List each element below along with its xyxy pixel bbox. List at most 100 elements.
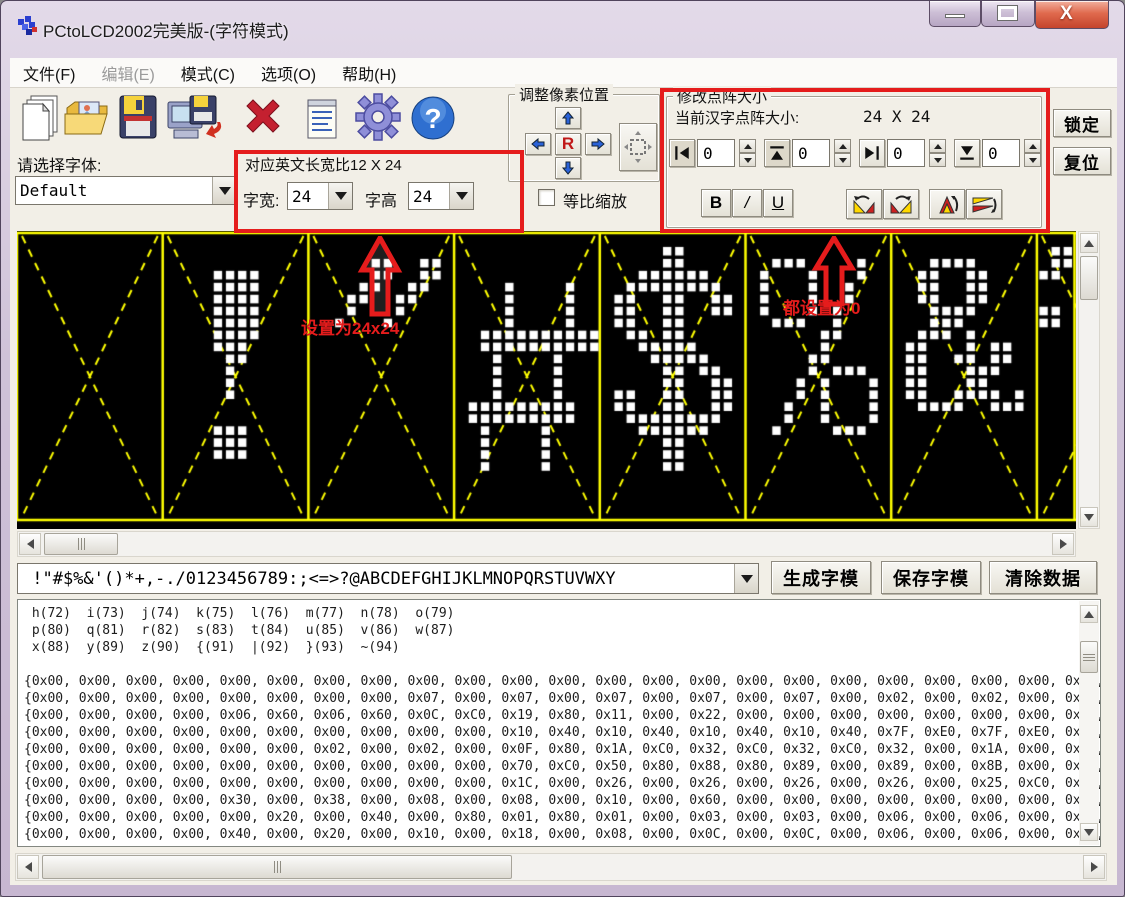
move-left-button[interactable] xyxy=(525,133,551,155)
scroll-right-button[interactable] xyxy=(1083,855,1105,879)
flip-horizontal-button[interactable] xyxy=(966,189,1002,219)
lock-button[interactable]: 锁定 xyxy=(1053,109,1111,137)
close-button[interactable]: X xyxy=(1035,1,1109,29)
font-select-combo[interactable] xyxy=(15,176,237,205)
preview-horizontal-scrollbar[interactable] xyxy=(17,531,1076,557)
chevron-down-icon xyxy=(741,575,753,583)
preview-canvas[interactable] xyxy=(17,231,1076,529)
trim-right-value[interactable] xyxy=(888,140,924,166)
scrollbar-thumb[interactable] xyxy=(1080,256,1098,300)
trim-top-spinner[interactable] xyxy=(834,139,851,167)
char-width-value[interactable] xyxy=(288,183,328,209)
reset-position-button[interactable]: R xyxy=(555,133,581,155)
clear-data-button[interactable]: 清除数据 xyxy=(989,561,1097,594)
output-text: h(72) i(73) j(74) k(75) l(76) m(77) n(78… xyxy=(18,600,1100,843)
export-to-disk-button[interactable] xyxy=(164,92,226,144)
proportional-scale-checkbox[interactable] xyxy=(538,189,555,206)
trim-right-button[interactable] xyxy=(859,139,885,167)
preview-vertical-scrollbar[interactable] xyxy=(1078,231,1100,529)
matrix-size-title: 修改点阵大小 xyxy=(673,86,771,107)
spinner-down-button[interactable] xyxy=(1024,153,1041,167)
char-width-dropdown-button[interactable] xyxy=(328,183,352,209)
spinner-up-button[interactable] xyxy=(739,139,756,153)
scrollbar-thumb[interactable] xyxy=(42,855,512,879)
ratio-text: 对应英文长宽比12 X 24 xyxy=(245,154,402,175)
new-document-button[interactable] xyxy=(17,92,65,144)
center-glyph-button[interactable] xyxy=(619,123,657,171)
delete-button[interactable] xyxy=(239,94,287,146)
scroll-right-button[interactable] xyxy=(1052,533,1074,555)
move-up-button[interactable] xyxy=(555,107,581,129)
scroll-up-button[interactable] xyxy=(1080,605,1098,623)
settings-button[interactable] xyxy=(354,92,402,144)
spinner-down-button[interactable] xyxy=(739,153,756,167)
bottom-horizontal-scrollbar[interactable] xyxy=(15,853,1107,881)
reset-button[interactable]: 复位 xyxy=(1053,147,1111,175)
trim-right-field[interactable] xyxy=(887,139,925,167)
open-file-button[interactable] xyxy=(63,92,111,144)
spinner-up-button[interactable] xyxy=(1024,139,1041,153)
minimize-button[interactable] xyxy=(929,1,981,27)
annotation-text-size: 设置为24x24 xyxy=(301,314,399,339)
char-width-combo[interactable] xyxy=(287,182,353,210)
report-button[interactable] xyxy=(298,92,346,144)
char-list-value[interactable] xyxy=(18,564,734,593)
italic-button[interactable]: / xyxy=(732,189,762,217)
spinner-down-button[interactable] xyxy=(929,153,946,167)
scroll-up-button[interactable] xyxy=(1080,233,1098,253)
title-bar[interactable]: PCtoLCD2002完美版-(字符模式) X xyxy=(1,1,1124,58)
rotate-right-button[interactable] xyxy=(883,189,919,219)
scrollbar-thumb[interactable] xyxy=(44,533,118,555)
char-list-combo[interactable] xyxy=(17,563,759,594)
trim-top-button[interactable] xyxy=(764,139,790,167)
grip-icon xyxy=(78,538,85,550)
trim-bottom-button[interactable] xyxy=(954,139,980,167)
underline-button[interactable]: U xyxy=(763,189,793,217)
triangle-up-icon xyxy=(1084,240,1094,247)
menu-options[interactable]: 选项(O) xyxy=(248,61,329,85)
bold-button[interactable]: B xyxy=(701,189,731,217)
generate-font-button[interactable]: 生成字模 xyxy=(771,561,871,594)
char-list-dropdown-button[interactable] xyxy=(734,564,758,593)
scrollbar-thumb[interactable] xyxy=(1080,641,1098,673)
trim-right-spinner[interactable] xyxy=(929,139,946,167)
spinner-up-button[interactable] xyxy=(929,139,946,153)
trim-top-value[interactable] xyxy=(793,140,829,166)
scroll-down-button[interactable] xyxy=(1080,507,1098,527)
spinner-down-button[interactable] xyxy=(834,153,851,167)
output-vertical-scrollbar[interactable] xyxy=(1079,601,1099,845)
rotate-left-button[interactable] xyxy=(846,189,882,219)
scroll-down-button[interactable] xyxy=(1080,823,1098,841)
trim-left-button[interactable] xyxy=(669,139,695,167)
font-select-value[interactable] xyxy=(16,177,212,204)
triangle-down-icon xyxy=(744,158,752,163)
char-height-combo[interactable] xyxy=(408,182,474,210)
help-question-icon: ? xyxy=(409,92,457,144)
char-height-value[interactable] xyxy=(409,183,449,209)
trim-bottom-field[interactable] xyxy=(982,139,1020,167)
spinner-up-button[interactable] xyxy=(834,139,851,153)
trim-bottom-spinner[interactable] xyxy=(1024,139,1041,167)
arrow-left-icon xyxy=(531,137,545,151)
scroll-left-button[interactable] xyxy=(17,855,39,879)
menu-help[interactable]: 帮助(H) xyxy=(329,61,409,85)
trim-top-field[interactable] xyxy=(792,139,830,167)
move-right-button[interactable] xyxy=(585,133,611,155)
help-button[interactable]: ? xyxy=(409,92,457,144)
trim-bottom-value[interactable] xyxy=(983,140,1019,166)
char-height-dropdown-button[interactable] xyxy=(449,183,473,209)
trim-left-value[interactable] xyxy=(698,140,734,166)
save-font-button[interactable]: 保存字模 xyxy=(881,561,981,594)
menu-mode[interactable]: 模式(C) xyxy=(168,61,248,85)
maximize-button[interactable] xyxy=(981,1,1035,27)
pixel-position-title: 调整像素位置 xyxy=(515,84,613,105)
save-button[interactable] xyxy=(114,92,162,144)
trim-left-field[interactable] xyxy=(697,139,735,167)
flip-vertical-button[interactable] xyxy=(929,189,965,219)
move-down-button[interactable] xyxy=(555,157,581,179)
font-select-dropdown-button[interactable] xyxy=(212,177,236,204)
menu-file[interactable]: 文件(F) xyxy=(10,61,88,85)
scroll-left-button[interactable] xyxy=(19,533,41,555)
trim-left-spinner[interactable] xyxy=(739,139,756,167)
output-area[interactable]: h(72) i(73) j(74) k(75) l(76) m(77) n(78… xyxy=(17,599,1101,847)
